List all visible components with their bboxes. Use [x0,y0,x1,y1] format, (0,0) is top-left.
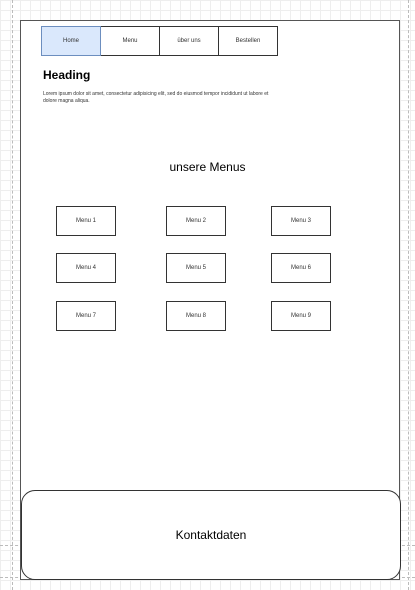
intro-text: Lorem ipsum dolor sit amet, consectetur … [43,91,269,104]
menu-button-9[interactable]: Menu 9 [271,301,331,331]
menu-button-5[interactable]: Menu 5 [166,253,226,283]
menu-button-4[interactable]: Menu 4 [56,253,116,283]
guide-line-vertical [408,0,409,590]
page-heading: Heading [43,68,91,82]
guide-line-vertical [12,0,13,590]
menu-button-6[interactable]: Menu 6 [271,253,331,283]
tab-about-us[interactable]: über uns [159,26,219,56]
contact-footer: Kontaktdaten [21,490,401,580]
tab-menu[interactable]: Menu [100,26,160,56]
menu-button-8[interactable]: Menu 8 [166,301,226,331]
menus-title: unsere Menus [169,160,246,174]
menu-button-3[interactable]: Menu 3 [271,206,331,236]
nav-bar: Home Menu über uns Bestellen [41,26,278,56]
tab-home[interactable]: Home [41,26,101,56]
menu-button-7[interactable]: Menu 7 [56,301,116,331]
menu-button-1[interactable]: Menu 1 [56,206,116,236]
menu-button-2[interactable]: Menu 2 [166,206,226,236]
tab-order[interactable]: Bestellen [218,26,278,56]
